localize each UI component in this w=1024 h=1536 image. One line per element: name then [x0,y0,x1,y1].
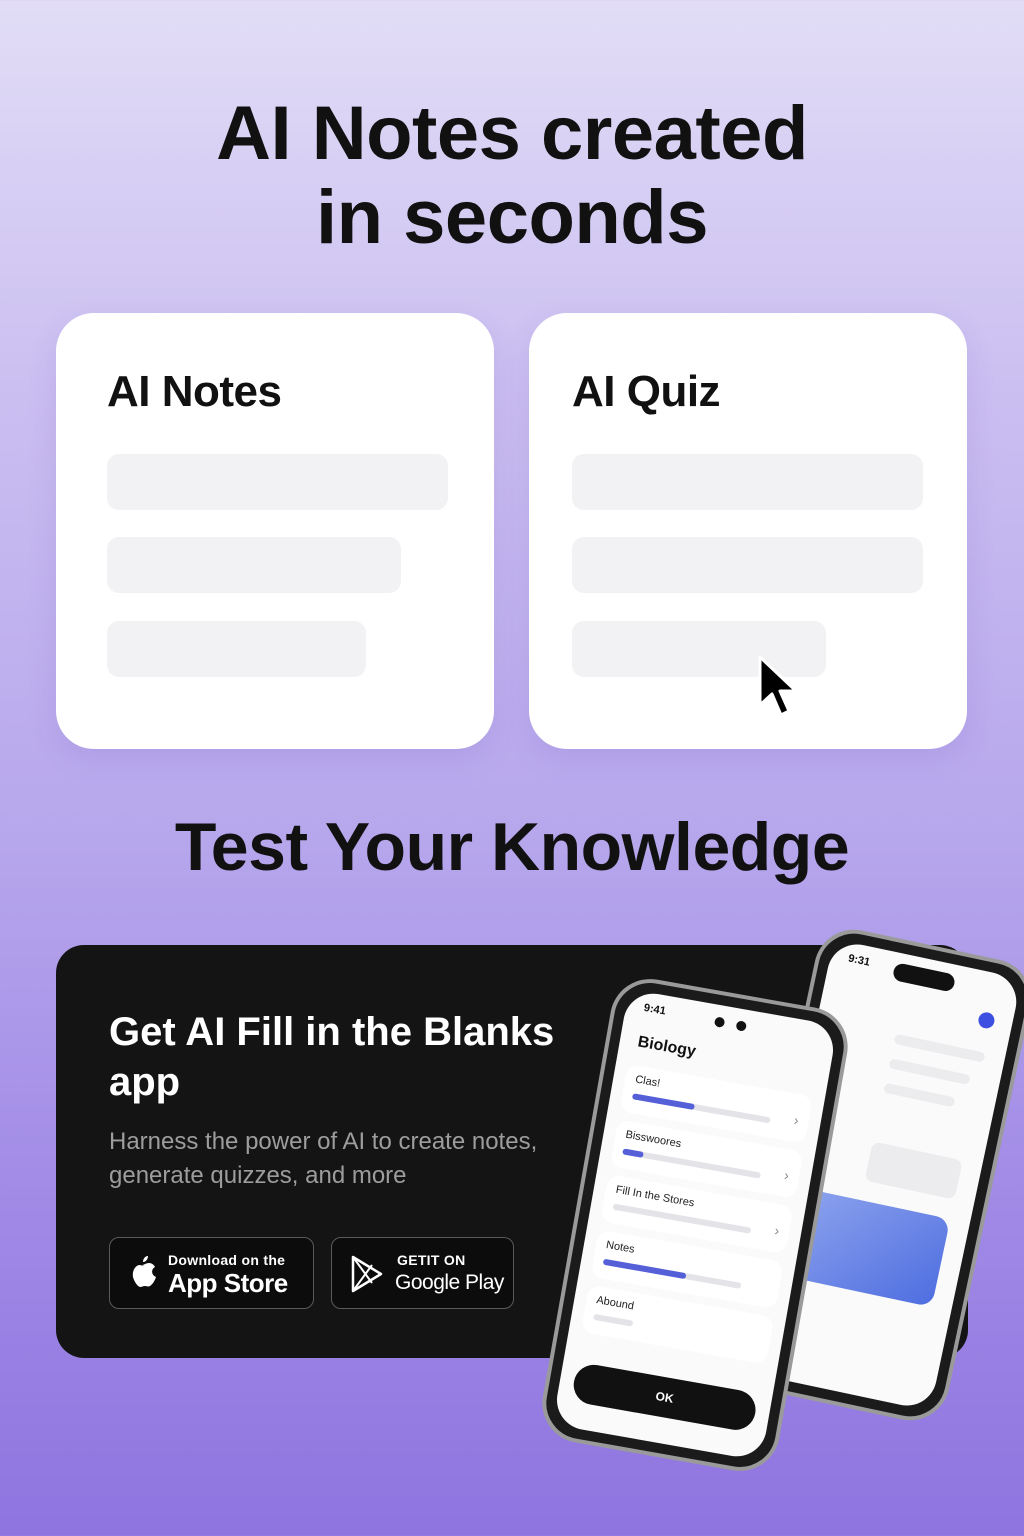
ai-quiz-title: AI Quiz [572,367,721,416]
google-play-button[interactable]: GETIT ON Google Play [331,1237,514,1309]
headline: AI Notes created in seconds [0,92,1024,260]
placeholder-bar [572,454,923,510]
progress-track [631,1093,771,1124]
placeholder-line [888,1058,971,1086]
list-item-label: Bisswoores [624,1128,683,1151]
mouse-cursor-icon [758,655,798,717]
placeholder-block [864,1141,963,1200]
promo-title: Get AI Fill in the Blanks app [109,1010,555,1104]
google-play-label: Google Play [395,1271,504,1294]
ok-button[interactable]: OK [570,1361,759,1434]
progress-track [622,1148,762,1179]
list-item-label: Abound [595,1294,635,1313]
progress-track [602,1258,742,1289]
placeholder-bar [572,537,923,593]
chevron-right-icon: › [783,1166,791,1184]
app-store-label: App Store [168,1268,288,1298]
list-item-label: Notes [605,1238,636,1256]
status-time: 9:31 [847,952,872,969]
list-item-label: Clas! [634,1073,662,1090]
apple-icon [132,1256,156,1287]
placeholder-bar [107,454,448,510]
subheadline: Test Your Knowledge [174,809,850,885]
placeholder-bar [107,537,401,593]
chevron-right-icon: › [773,1222,781,1239]
headline-line-2: in seconds [316,175,709,260]
placeholder-line [893,1033,986,1063]
progress-track [593,1313,634,1327]
progress-track [612,1203,752,1234]
chevron-right-icon: › [792,1111,801,1129]
promo-description: Harness the power of AI to create notes,… [109,1128,538,1189]
placeholder-line [883,1082,956,1108]
ai-notes-title: AI Notes [107,367,282,416]
progress-fill [622,1148,644,1158]
google-play-icon [351,1255,383,1293]
camera-dots [709,1014,752,1039]
headline-line-1: AI Notes created [216,91,808,176]
ai-quiz-card[interactable]: AI Quiz [529,313,967,749]
accent-dot-icon [976,1010,996,1030]
placeholder-bar [107,621,366,677]
ai-notes-card[interactable]: AI Notes [56,313,494,749]
app-store-small-text: Download on the [168,1252,286,1268]
dynamic-island [891,962,957,993]
progress-fill [631,1093,695,1111]
app-store-button[interactable]: Download on the App Store [109,1237,314,1309]
progress-fill [602,1258,687,1280]
phone-screen-title: Biology [636,1033,698,1061]
status-time: 9:41 [642,1001,667,1018]
google-play-small-text: GETIT ON [397,1252,466,1268]
